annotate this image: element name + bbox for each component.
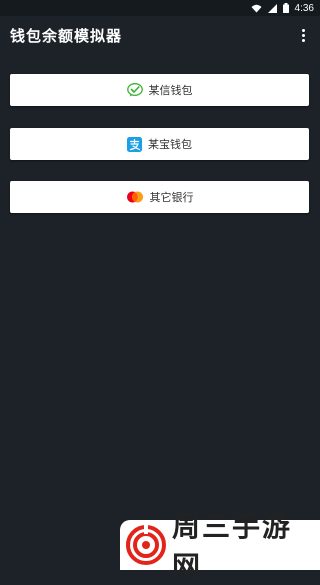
watermark-text: 周三手游网 [172, 510, 293, 583]
mastercard-icon [126, 191, 144, 203]
battery-icon [282, 3, 289, 13]
wallet-label: 某宝钱包 [148, 138, 192, 151]
watermark-logo-icon [126, 525, 166, 565]
wifi-icon [251, 4, 262, 13]
status-bar: 4:36 [0, 0, 320, 16]
wallet-label: 某信钱包 [148, 84, 193, 97]
status-time: 4:36 [294, 2, 314, 14]
app-bar: 钱包余额模拟器 [0, 16, 320, 54]
more-vert-icon[interactable] [298, 26, 308, 44]
app-title: 钱包余额模拟器 [10, 26, 123, 45]
alipay-wallet-button[interactable]: 某宝钱包 [10, 128, 309, 160]
alipay-icon [127, 136, 142, 152]
other-bank-button[interactable]: 其它银行 [10, 181, 309, 213]
signal-icon [267, 3, 277, 13]
wallet-label: 其它银行 [149, 191, 194, 204]
watermark: 周三手游网 [120, 510, 320, 583]
wechat-wallet-button[interactable]: 某信钱包 [10, 74, 309, 106]
wechat-pay-icon [126, 83, 143, 97]
